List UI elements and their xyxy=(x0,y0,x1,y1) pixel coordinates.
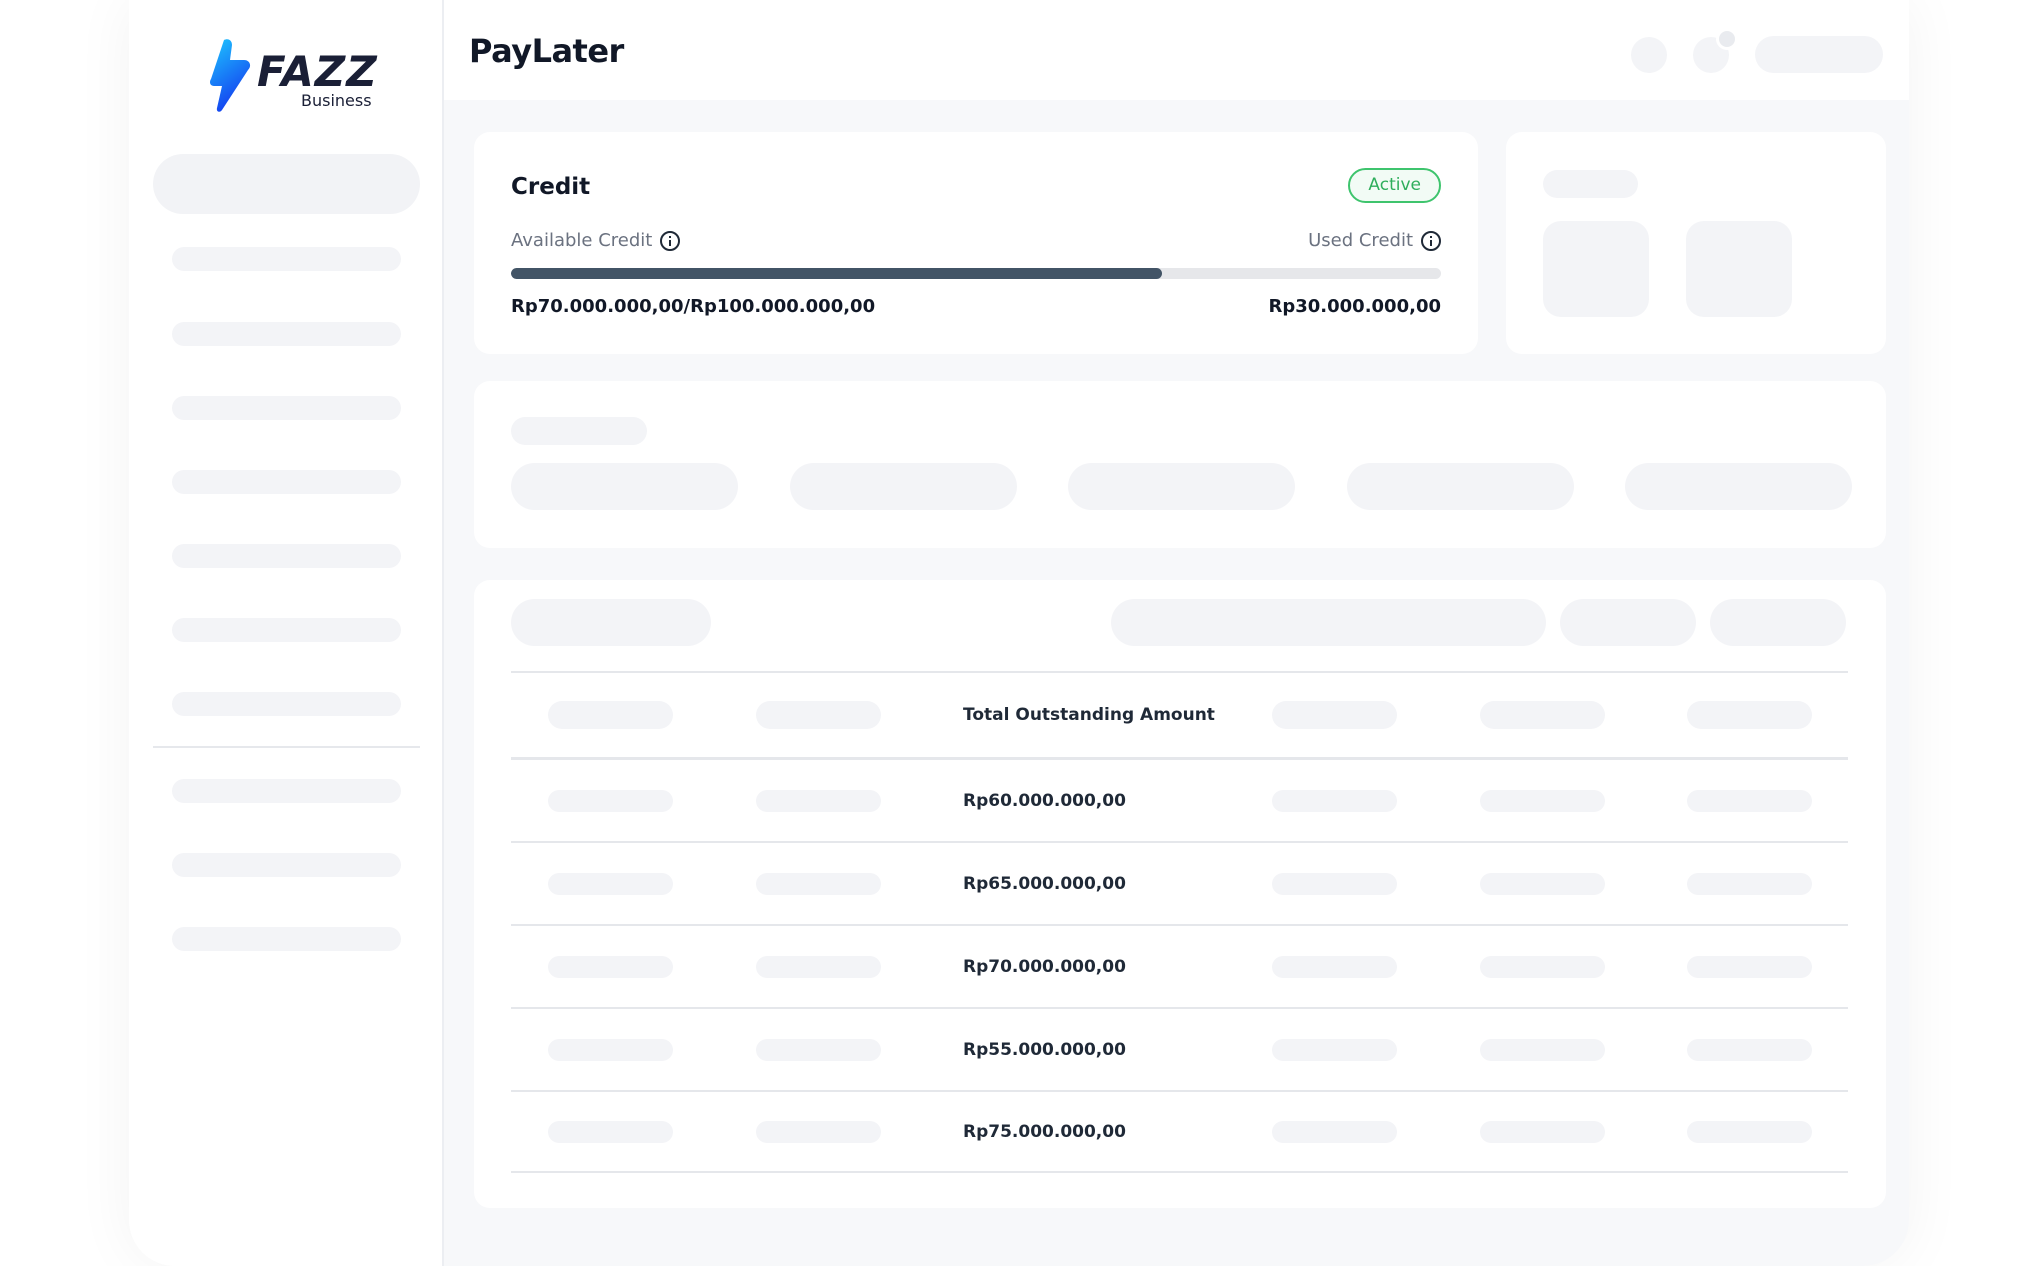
sidebar-item[interactable] xyxy=(172,396,401,420)
column-header[interactable] xyxy=(1272,701,1397,729)
summary-card xyxy=(1506,132,1886,354)
filter-chip[interactable] xyxy=(1625,463,1852,510)
table-cell xyxy=(1480,955,1605,978)
used-credit-label: Used Credit xyxy=(1308,230,1413,251)
used-credit-amount: Rp30.000.000,00 xyxy=(1268,296,1441,317)
credit-card: Credit Active Available Credit Used Cred… xyxy=(474,132,1478,354)
outstanding-amount-cell: Rp65.000.000,00 xyxy=(963,873,1126,894)
sidebar-item[interactable] xyxy=(172,247,401,271)
table-cell xyxy=(548,1120,673,1143)
topbar-icon-button[interactable] xyxy=(1631,37,1667,73)
info-icon[interactable] xyxy=(660,230,681,251)
filter-button[interactable] xyxy=(1560,599,1696,646)
fazz-logo[interactable]: FAZZ Business xyxy=(210,38,377,114)
table-cell xyxy=(548,1038,673,1061)
table-cell xyxy=(1687,1038,1812,1061)
credit-progress-bar xyxy=(511,268,1441,279)
table-row[interactable]: Rp70.000.000,00 xyxy=(511,924,1848,1007)
filter-card xyxy=(474,381,1886,548)
column-header[interactable] xyxy=(548,701,673,729)
outstanding-table-card: Total Outstanding Amount Rp60.000.000,00 xyxy=(474,580,1886,1208)
outstanding-table: Total Outstanding Amount Rp60.000.000,00 xyxy=(511,671,1848,1173)
table-cell xyxy=(548,955,673,978)
table-cell xyxy=(548,789,673,812)
summary-card-tile[interactable] xyxy=(1686,221,1792,317)
filter-chip[interactable] xyxy=(511,463,738,510)
available-credit-label-group: Available Credit xyxy=(511,230,681,251)
table-cell xyxy=(756,955,881,978)
export-button[interactable] xyxy=(1710,599,1846,646)
table-row[interactable]: Rp75.000.000,00 xyxy=(511,1090,1848,1173)
table-header-row: Total Outstanding Amount xyxy=(511,671,1848,758)
table-row[interactable]: Rp55.000.000,00 xyxy=(511,1007,1848,1090)
used-credit-label-group: Used Credit xyxy=(1308,230,1441,251)
table-cell xyxy=(1480,1038,1605,1061)
sidebar-item[interactable] xyxy=(172,927,401,951)
table-cell xyxy=(1272,1038,1397,1061)
column-header[interactable] xyxy=(1687,701,1812,729)
credit-title: Credit xyxy=(511,174,591,200)
fazz-bolt-icon xyxy=(210,39,251,112)
sidebar: FAZZ Business xyxy=(129,0,444,1266)
info-icon[interactable] xyxy=(1421,230,1441,251)
available-credit-amount: Rp70.000.000,00/Rp100.000.000,00 xyxy=(511,296,876,317)
app-window: FAZZ Business PayLater Credit Active Ava… xyxy=(129,0,1909,1266)
outstanding-amount-cell: Rp55.000.000,00 xyxy=(963,1039,1126,1060)
outstanding-amount-cell: Rp75.000.000,00 xyxy=(963,1121,1126,1142)
brand-subtitle: Business xyxy=(301,91,372,110)
outstanding-amount-cell: Rp70.000.000,00 xyxy=(963,956,1126,977)
table-cell xyxy=(1687,955,1812,978)
table-cell xyxy=(1272,789,1397,812)
brand-name: FAZZ xyxy=(257,47,378,96)
table-cell xyxy=(1687,1120,1812,1143)
filter-card-title xyxy=(511,417,647,445)
sidebar-item[interactable] xyxy=(172,779,401,803)
table-cell xyxy=(1272,872,1397,895)
sidebar-item[interactable] xyxy=(172,692,401,716)
outstanding-amount-cell: Rp60.000.000,00 xyxy=(963,790,1126,811)
table-cell xyxy=(548,872,673,895)
filter-chip[interactable] xyxy=(790,463,1017,510)
filter-chip[interactable] xyxy=(1347,463,1574,510)
summary-card-title xyxy=(1543,170,1638,198)
table-cell xyxy=(756,1038,881,1061)
table-cell xyxy=(1272,955,1397,978)
filter-chip[interactable] xyxy=(1068,463,1295,510)
top-bar: PayLater xyxy=(444,0,1909,100)
credit-progress-fill xyxy=(511,268,1162,279)
sidebar-item[interactable] xyxy=(172,618,401,642)
column-header[interactable] xyxy=(756,701,881,729)
sidebar-divider xyxy=(153,746,420,748)
sidebar-item[interactable] xyxy=(172,322,401,346)
table-cell xyxy=(756,789,881,812)
summary-card-tile[interactable] xyxy=(1543,221,1649,317)
page-title: PayLater xyxy=(469,32,624,70)
table-row[interactable]: Rp65.000.000,00 xyxy=(511,841,1848,924)
table-row[interactable]: Rp60.000.000,00 xyxy=(511,758,1848,841)
sidebar-item[interactable] xyxy=(172,544,401,568)
search-input[interactable] xyxy=(1111,599,1546,646)
table-cell xyxy=(756,1120,881,1143)
sidebar-item-active[interactable] xyxy=(153,154,420,214)
table-cell xyxy=(1272,1120,1397,1143)
column-header[interactable] xyxy=(1480,701,1605,729)
user-menu[interactable] xyxy=(1755,36,1883,73)
table-cell xyxy=(756,872,881,895)
column-header-total-outstanding[interactable]: Total Outstanding Amount xyxy=(963,705,1215,725)
sidebar-item[interactable] xyxy=(172,470,401,494)
table-cell xyxy=(1480,1120,1605,1143)
table-cell xyxy=(1687,789,1812,812)
sidebar-item[interactable] xyxy=(172,853,401,877)
table-title xyxy=(511,599,711,646)
notification-badge xyxy=(1716,28,1738,50)
table-cell xyxy=(1687,872,1812,895)
main-content: PayLater Credit Active Available Credit … xyxy=(444,0,1909,1266)
table-cell xyxy=(1480,789,1605,812)
status-badge: Active xyxy=(1348,168,1441,203)
table-cell xyxy=(1480,872,1605,895)
available-credit-label: Available Credit xyxy=(511,230,653,251)
